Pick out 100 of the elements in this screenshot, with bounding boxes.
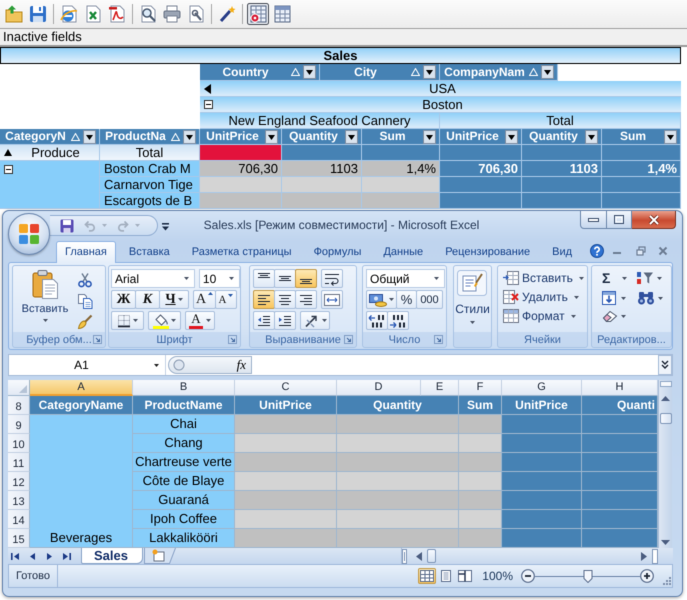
column-header[interactable]: A xyxy=(30,380,133,396)
field-button[interactable]: Sum xyxy=(602,129,681,145)
zoom-in-icon[interactable] xyxy=(640,569,654,583)
ribbon-tab[interactable]: Вид xyxy=(543,241,582,262)
row-header[interactable]: 14 xyxy=(8,510,30,529)
percent-button[interactable]: % xyxy=(396,290,417,309)
fill-color-button[interactable] xyxy=(148,311,181,330)
web-page-icon[interactable] xyxy=(58,3,80,25)
wrap-text-button[interactable] xyxy=(321,269,343,288)
normal-view-button[interactable] xyxy=(418,568,436,584)
field-button[interactable]: Quantity xyxy=(522,129,602,145)
row-header[interactable]: 10 xyxy=(8,434,30,453)
scrollbar-thumb[interactable] xyxy=(660,413,672,424)
field-button[interactable]: ProductNa xyxy=(100,129,200,145)
collapse-icon[interactable] xyxy=(4,165,13,174)
first-sheet-icon[interactable] xyxy=(11,552,20,560)
dialog-launcher-icon[interactable] xyxy=(344,335,353,344)
row-header[interactable]: 9 xyxy=(8,415,30,434)
dialog-launcher-icon[interactable] xyxy=(93,335,102,344)
sheet-tab[interactable]: Sales xyxy=(81,548,143,564)
app-menu-button[interactable] xyxy=(8,213,50,255)
font-color-button[interactable]: A xyxy=(185,311,215,330)
sort-filter-button[interactable] xyxy=(636,271,662,285)
orientation-button[interactable] xyxy=(300,311,330,330)
fill-button[interactable] xyxy=(602,291,626,305)
column-header[interactable]: F xyxy=(459,380,502,396)
ribbon-tab[interactable]: Главная xyxy=(56,241,116,263)
dropdown-button[interactable] xyxy=(541,65,554,79)
right-arrow-icon[interactable] xyxy=(641,552,647,560)
decrease-decimal-button[interactable] xyxy=(387,311,409,330)
field-button[interactable]: Sum xyxy=(362,129,440,145)
new-sheet-icon[interactable] xyxy=(144,548,176,564)
resize-grip-icon[interactable] xyxy=(661,575,671,585)
styles-button[interactable]: Стили xyxy=(455,270,490,332)
horizontal-scrollbar[interactable] xyxy=(401,548,659,564)
function-button[interactable]: fx xyxy=(168,356,252,374)
close-icon[interactable] xyxy=(658,246,668,256)
name-box[interactable]: A1 xyxy=(9,355,166,375)
ribbon-tab[interactable]: Формулы xyxy=(304,241,370,262)
thousands-button[interactable]: 000 xyxy=(416,290,443,309)
ribbon-tab[interactable]: Разметка страницы xyxy=(182,241,301,262)
align-button[interactable] xyxy=(295,290,317,309)
underline-button[interactable]: Ч xyxy=(159,290,189,309)
dropdown-button[interactable] xyxy=(83,130,96,144)
find-button[interactable] xyxy=(637,291,663,305)
increase-decimal-button[interactable] xyxy=(366,311,388,330)
merge-button[interactable] xyxy=(321,290,343,309)
column-header[interactable]: G xyxy=(502,380,582,396)
table-badge-icon[interactable] xyxy=(247,3,269,25)
dropdown-button[interactable] xyxy=(345,130,358,144)
column-header[interactable]: D xyxy=(337,380,421,396)
font-name-combo[interactable]: Arial xyxy=(111,269,195,288)
align-button[interactable] xyxy=(274,290,296,309)
increase-indent-button[interactable] xyxy=(274,311,296,330)
zoom-out-icon[interactable] xyxy=(521,569,535,583)
format-button[interactable]: Формат xyxy=(503,309,587,323)
restore-icon[interactable] xyxy=(636,246,646,256)
delete-button[interactable]: Удалить xyxy=(503,290,587,304)
field-button[interactable]: City xyxy=(320,64,440,81)
align-button[interactable] xyxy=(253,269,275,288)
column-header[interactable]: H xyxy=(582,380,658,396)
field-button[interactable]: CompanyNam xyxy=(440,64,558,81)
row-header[interactable]: 15 xyxy=(8,529,30,548)
down-arrow-icon[interactable] xyxy=(661,540,670,545)
align-button[interactable] xyxy=(295,269,317,288)
align-button[interactable] xyxy=(274,269,296,288)
dropdown-button[interactable] xyxy=(505,130,518,144)
grow-font-button[interactable]: A xyxy=(193,290,216,309)
column-header[interactable]: C xyxy=(235,380,337,396)
column-header[interactable]: E xyxy=(421,380,459,396)
scissors-icon[interactable] xyxy=(77,272,93,288)
dropdown-button[interactable] xyxy=(423,130,436,144)
row-header[interactable]: 12 xyxy=(8,472,30,491)
dialog-launcher-icon[interactable] xyxy=(228,335,237,344)
previous-sheet-icon[interactable] xyxy=(28,552,37,560)
field-button[interactable]: UnitPrice xyxy=(440,129,522,145)
clear-button[interactable] xyxy=(602,310,626,322)
scrollbar-thumb[interactable] xyxy=(427,549,436,563)
insert-button[interactable]: Вставить xyxy=(503,271,587,285)
dropdown-button[interactable] xyxy=(423,65,436,79)
minimize-button[interactable] xyxy=(580,211,607,229)
field-button[interactable]: Quantity xyxy=(282,129,362,145)
dropdown-button[interactable] xyxy=(585,130,598,144)
dropdown-button[interactable] xyxy=(664,130,677,144)
left-arrow-icon[interactable] xyxy=(204,84,211,94)
brush-icon[interactable] xyxy=(77,314,93,330)
row-header[interactable]: 8 xyxy=(8,396,30,415)
collapse-icon[interactable] xyxy=(204,100,213,109)
dialog-launcher-icon[interactable] xyxy=(434,335,443,344)
maximize-button[interactable] xyxy=(607,211,632,229)
customize-icon[interactable] xyxy=(162,223,169,231)
printer-icon[interactable] xyxy=(161,3,183,25)
last-sheet-icon[interactable] xyxy=(62,552,71,560)
column-header[interactable]: B xyxy=(133,380,235,396)
dropdown-button[interactable] xyxy=(265,130,278,144)
page-break-button[interactable] xyxy=(456,568,474,584)
ribbon-tab[interactable]: Данные xyxy=(374,241,432,262)
help-icon[interactable] xyxy=(590,244,604,258)
ribbon-tab[interactable]: Вставка xyxy=(120,241,179,262)
currency-button[interactable] xyxy=(366,290,397,309)
